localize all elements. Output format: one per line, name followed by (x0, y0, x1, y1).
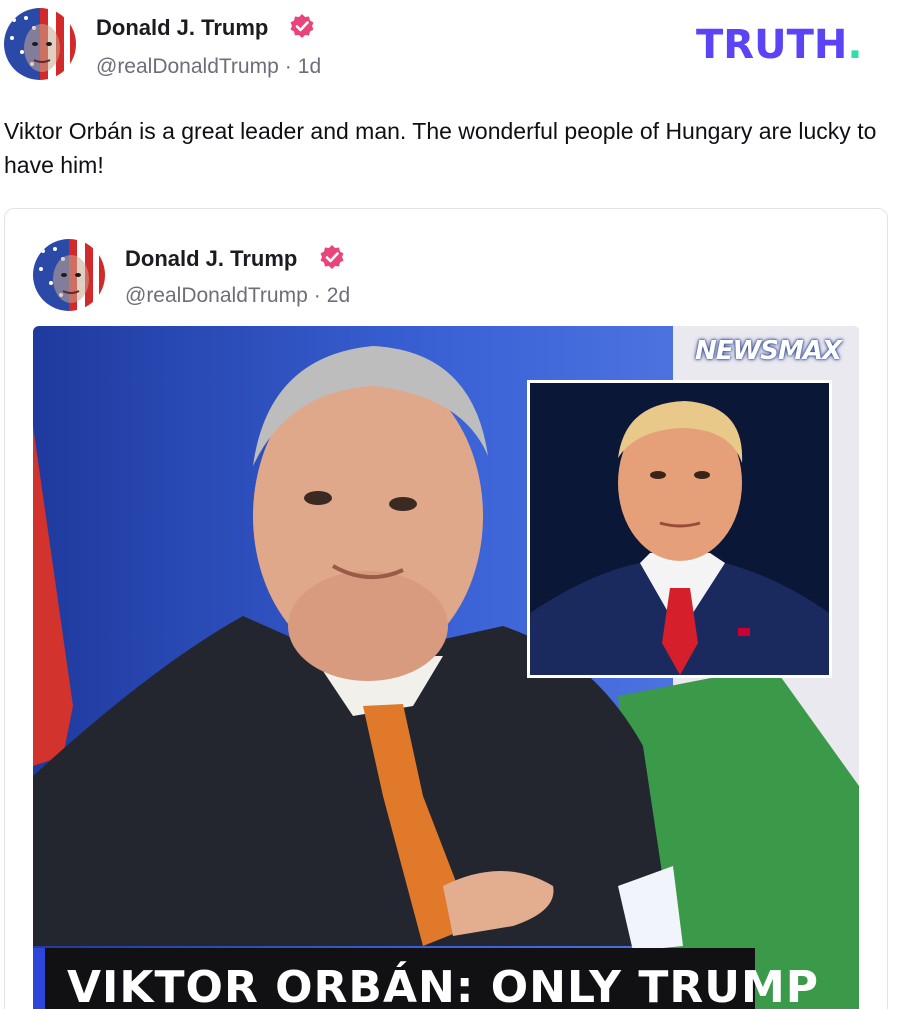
quoted-avatar[interactable] (33, 239, 105, 311)
inset-photo (527, 380, 832, 678)
author-handle[interactable]: @realDonaldTrump (96, 55, 279, 78)
quoted-author-name[interactable]: Donald J. Trump (125, 246, 297, 272)
flag-portrait-avatar-icon (33, 239, 105, 311)
verified-badge-icon (320, 245, 344, 269)
quoted-post-age[interactable]: 2d (327, 284, 350, 307)
post-media-image[interactable]: NEWSMAX VIKTOR ORBÁN: ONLY TRUMP (33, 326, 859, 1009)
newsmax-watermark: NEWSMAX (695, 336, 842, 366)
truth-logo[interactable]: TRUTH. (696, 22, 863, 68)
headline-text: VIKTOR ORBÁN: ONLY TRUMP (67, 962, 819, 1009)
quoted-author-handle[interactable]: @realDonaldTrump (125, 284, 308, 307)
quoted-author-meta: @realDonaldTrump · 2d (125, 284, 350, 308)
meta-separator: · (284, 55, 292, 78)
truth-logo-text: TRUTH (696, 22, 848, 68)
quoted-post-card[interactable]: Donald J. Trump @realDonaldTrump · 2d NE… (4, 208, 888, 1009)
author-meta: @realDonaldTrump · 1d (96, 55, 321, 79)
post-header: Donald J. Trump @realDonaldTrump · 1d TRUT… (0, 0, 900, 90)
flag-portrait-avatar-icon (4, 8, 76, 80)
avatar[interactable] (4, 8, 76, 80)
post-text: Viktor Orbán is a great leader and man. … (4, 118, 877, 178)
headline-banner: VIKTOR ORBÁN: ONLY TRUMP (33, 948, 818, 1009)
author-name[interactable]: Donald J. Trump (96, 15, 268, 41)
truth-logo-dot: . (847, 22, 863, 68)
post-age[interactable]: 1d (298, 55, 321, 78)
inset-portrait (530, 383, 829, 675)
meta-separator: · (313, 284, 321, 307)
verified-badge-icon (290, 14, 314, 38)
